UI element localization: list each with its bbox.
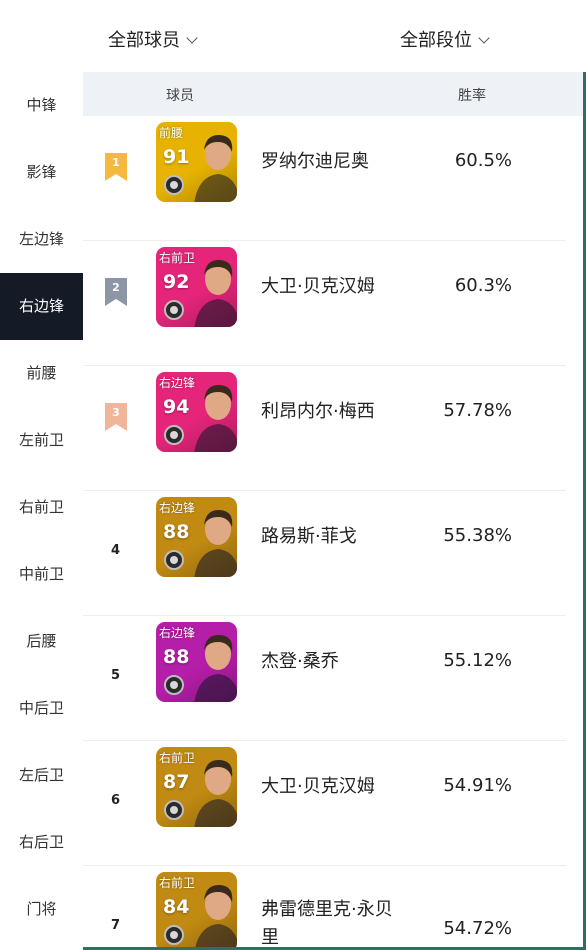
sidebar-item-position[interactable]: 门将 [0,876,83,943]
player-portrait-icon [195,884,237,947]
card-rating: 94 [163,396,190,418]
player-portrait-icon [194,134,237,202]
win-rate-value: 60.5% [454,150,512,171]
player-filter-dropdown[interactable]: 全部球员 [108,26,198,52]
win-rate-value: 54.91% [443,775,512,796]
rank-ribbon-icon: 2 [105,278,127,306]
card-rating: 88 [163,521,190,543]
table-row[interactable]: 3 右边锋 94 利昂内尔·梅西 57.78% [83,366,566,491]
rank-number: 7 [111,918,121,933]
win-rate-value: 60.3% [454,275,512,296]
player-name: 罗纳尔迪尼奥 [261,151,369,172]
player-card[interactable]: 右前卫 92 [156,247,237,327]
card-emblem-icon [164,300,184,320]
table-row[interactable]: 6 右前卫 87 大卫·贝克汉姆 54.91% [83,741,566,866]
card-rating: 91 [163,146,190,168]
card-rating: 84 [163,896,190,918]
rank-number: 1 [112,156,120,169]
card-rating: 87 [163,771,190,793]
sidebar-item-position[interactable]: 中锋 [0,72,83,139]
sidebar-item-position[interactable]: 中后卫 [0,675,83,742]
player-card[interactable]: 右前卫 87 [156,747,237,827]
card-emblem-icon [164,550,184,570]
rank-number: 2 [112,281,120,294]
column-header-win-rate: 胜率 [458,88,486,104]
player-filter-label: 全部球员 [108,30,180,51]
chevron-down-icon [478,32,490,44]
table-row[interactable]: 4 右边锋 88 路易斯·菲戈 55.38% [83,491,566,616]
player-card[interactable]: 右边锋 88 [156,622,237,702]
win-rate-value: 54.72% [443,918,512,939]
card-emblem-icon [164,925,184,945]
card-position-label: 右边锋 [159,376,196,390]
sidebar-item-position[interactable]: 右前卫 [0,474,83,541]
tier-filter-label: 全部段位 [400,30,472,51]
card-position-label: 前腰 [159,126,184,140]
sidebar-item-position[interactable]: 中前卫 [0,541,83,608]
card-emblem-icon [164,800,184,820]
sidebar-item-position[interactable]: 右边锋 [0,273,83,340]
card-position-label: 右边锋 [159,501,196,515]
player-card[interactable]: 右边锋 88 [156,497,237,577]
card-position-label: 右前卫 [159,751,196,765]
player-portrait-icon [194,759,237,827]
filter-bar: 全部球员 全部段位 [0,0,586,72]
table-row[interactable]: 1 前腰 91 罗纳尔迪尼奥 60.5% [83,116,566,241]
card-rating: 92 [163,271,190,293]
card-emblem-icon [164,425,184,445]
player-name: 弗雷德里克·永贝里 [261,899,393,947]
player-name: 利昂内尔·梅西 [261,401,375,422]
player-name: 杰登·桑乔 [261,651,339,672]
win-rate-value: 55.12% [443,650,512,671]
player-card[interactable]: 前腰 91 [156,122,237,202]
sidebar-item-position[interactable]: 右后卫 [0,809,83,876]
player-portrait-icon [194,634,237,702]
rank-number: 4 [111,543,121,558]
player-portrait-icon [194,509,237,577]
column-header-player: 球员 [166,88,194,104]
sidebar-item-position[interactable]: 影锋 [0,139,83,206]
card-emblem-icon [164,675,184,695]
rank-number: 6 [111,793,121,808]
rank-ribbon-icon: 1 [105,153,127,181]
chevron-down-icon [186,32,198,44]
position-sidebar: 中锋 影锋 左边锋 右边锋 前腰 左前卫 右前卫 中前卫 后腰 中后卫 左后卫 右后卫 门将 [0,72,83,950]
player-card[interactable]: 右前卫 84 [156,872,237,947]
sidebar-item-position[interactable]: 左前卫 [0,407,83,474]
rank-ribbon-icon: 3 [105,403,127,431]
table-row[interactable]: 5 右边锋 88 杰登·桑乔 55.12% [83,616,566,741]
player-portrait-icon [194,384,237,452]
table-header: 球员 胜率 [83,72,583,116]
tier-filter-dropdown[interactable]: 全部段位 [400,26,490,52]
table-row[interactable]: 7 右前卫 84 弗雷德里克·永贝里 54.72% [83,866,566,947]
card-emblem-icon [164,175,184,195]
player-card[interactable]: 右边锋 94 [156,372,237,452]
rank-number: 5 [111,668,121,683]
sidebar-item-position[interactable]: 左后卫 [0,742,83,809]
win-rate-value: 57.78% [443,400,512,421]
player-name: 大卫·贝克汉姆 [261,776,375,797]
sidebar-item-position[interactable]: 后腰 [0,608,83,675]
card-position-label: 右前卫 [159,251,196,265]
player-name: 大卫·贝克汉姆 [261,276,375,297]
player-name: 路易斯·菲戈 [261,526,357,547]
ranking-table: 球员 胜率 1 前腰 91 罗纳尔迪尼奥 60.5% 2 右前卫 92 大卫·贝克汉姆 60.3%… [83,72,583,947]
card-rating: 88 [163,646,190,668]
win-rate-value: 55.38% [443,525,512,546]
card-position-label: 右前卫 [159,876,196,890]
player-portrait-icon [194,259,237,327]
rank-number: 3 [112,406,120,419]
card-position-label: 右边锋 [159,626,196,640]
table-row[interactable]: 2 右前卫 92 大卫·贝克汉姆 60.3% [83,241,566,366]
sidebar-item-position[interactable]: 左边锋 [0,206,83,273]
sidebar-item-position[interactable]: 前腰 [0,340,83,407]
